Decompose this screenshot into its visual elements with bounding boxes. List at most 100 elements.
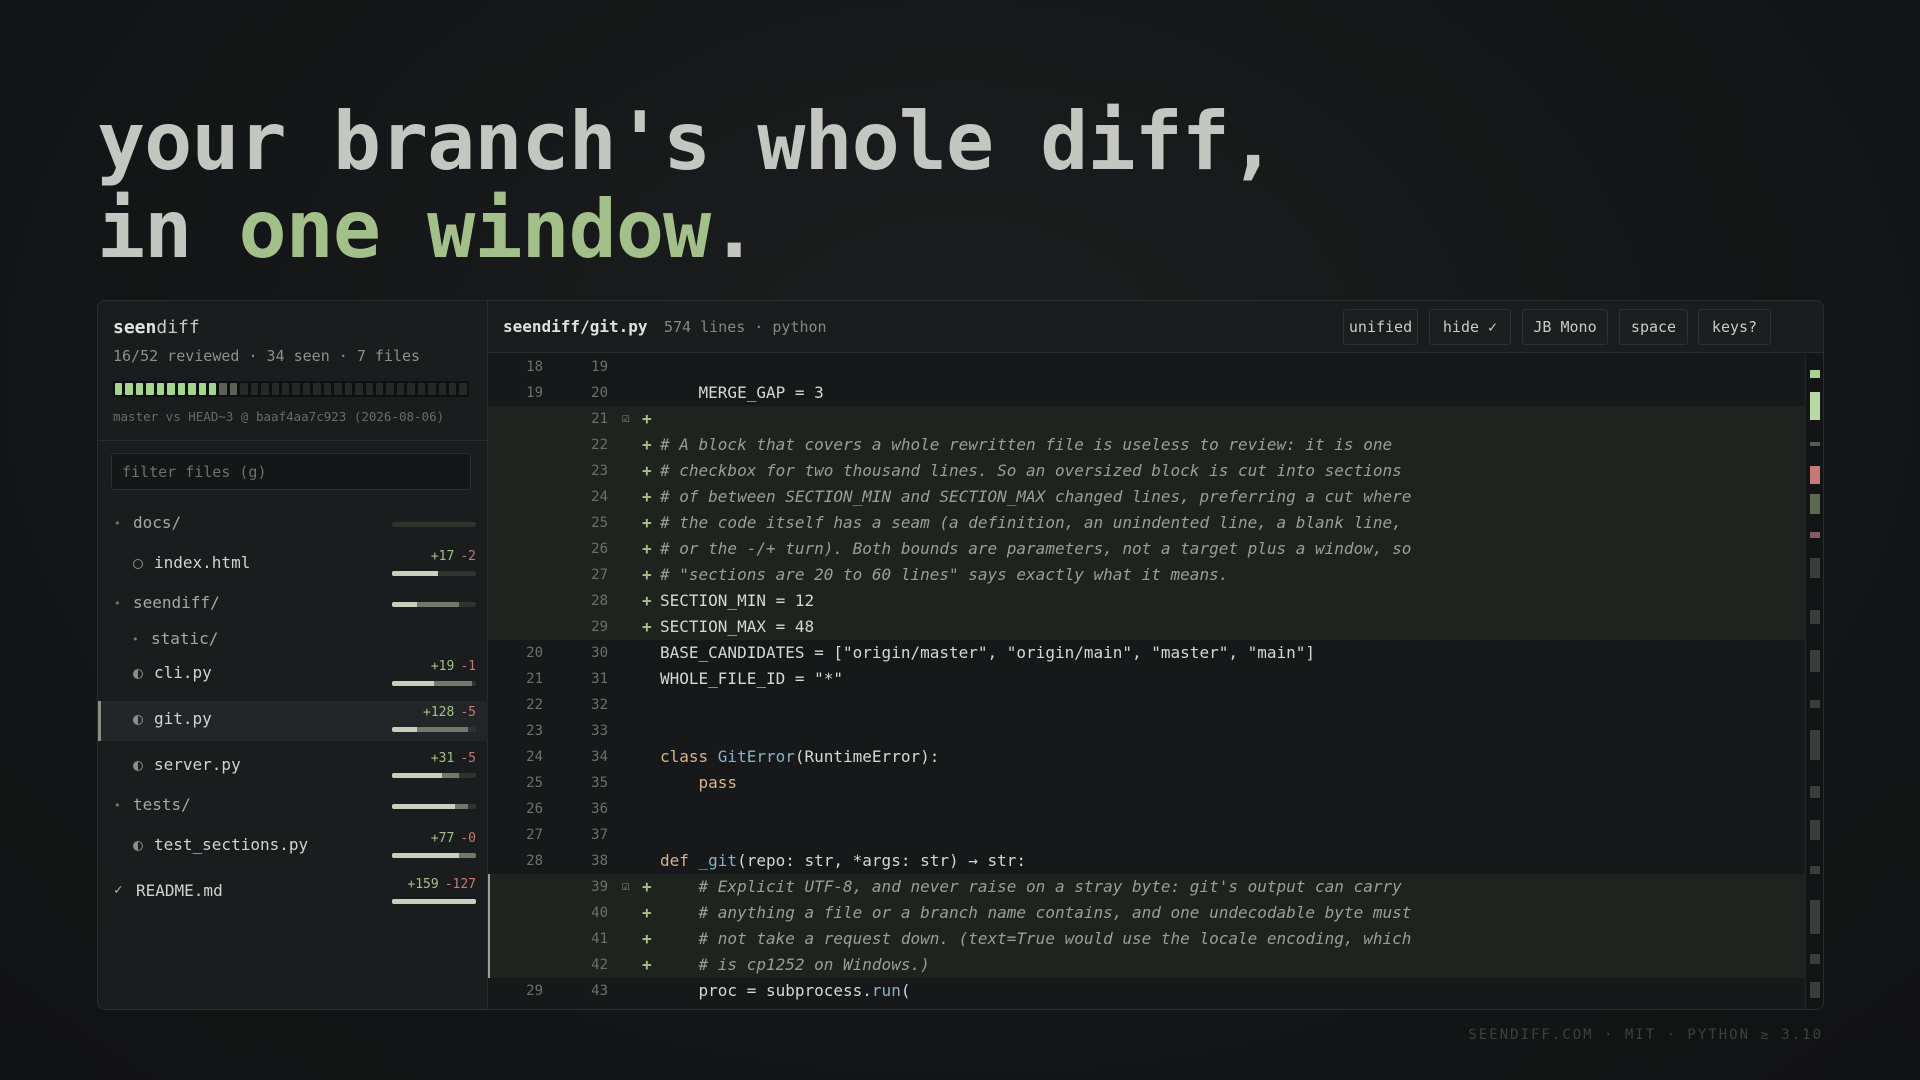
code-text: BASE_CANDIDATES = ["origin/master", "ori… bbox=[660, 643, 1316, 662]
plus-sign: + bbox=[642, 591, 652, 610]
folder-chevron-icon[interactable]: • bbox=[132, 633, 139, 646]
context-line: 28 38 def _git(repo: str, *args: str) → st… bbox=[488, 848, 1805, 874]
file-review-bar bbox=[392, 899, 476, 904]
function-name: GitError bbox=[717, 747, 795, 766]
new-line-number: 40 bbox=[591, 905, 608, 921]
brand-bold: seen bbox=[113, 317, 157, 338]
minimap-viewport[interactable] bbox=[1810, 392, 1820, 420]
deletions-count: -127 bbox=[444, 877, 476, 892]
new-line-number: 28 bbox=[591, 593, 608, 609]
code-area[interactable]: 18 19 19 20 MERGE_GAP = 3 21 ☑ +22 + # A block t… bbox=[488, 354, 1805, 1009]
progress-segment bbox=[135, 383, 144, 395]
deletions-count: -1 bbox=[460, 659, 476, 674]
tree-file[interactable]: index.html +17 -2 bbox=[98, 545, 488, 585]
file-review-bar bbox=[392, 853, 476, 858]
added-line: 26 + # or the -/+ turn). Both bounds are p… bbox=[488, 536, 1805, 562]
hide-button[interactable]: hide ✓ bbox=[1429, 309, 1511, 345]
new-line-number: 31 bbox=[591, 671, 608, 687]
tree-file[interactable]: test_sections.py +77 -0 bbox=[98, 827, 488, 867]
headline-line-1: your branch's whole diff, bbox=[97, 95, 1277, 188]
additions-count: +17 bbox=[430, 549, 455, 564]
progress-segment bbox=[208, 383, 217, 395]
progress-segment bbox=[115, 383, 123, 395]
minimap-mark bbox=[1810, 786, 1820, 798]
code-text: pass bbox=[660, 770, 738, 796]
app-window: seendiff 16/52 reviewed · 34 seen · 7 fi… bbox=[97, 300, 1824, 1010]
progress-segment bbox=[438, 383, 446, 395]
new-line-number: 38 bbox=[591, 853, 608, 869]
tree-item-label: cli.py bbox=[154, 663, 212, 682]
folder-chevron-icon[interactable]: • bbox=[114, 517, 121, 530]
filter-files-input[interactable] bbox=[111, 453, 471, 490]
reviewed-fill bbox=[392, 727, 418, 732]
minimap-mark bbox=[1810, 820, 1820, 840]
folder-chevron-icon[interactable]: • bbox=[114, 799, 121, 812]
plus-sign: + bbox=[642, 487, 652, 506]
progress-segment bbox=[355, 383, 363, 395]
change-counts: +128 -5 bbox=[423, 705, 476, 720]
keyword: pass bbox=[660, 773, 738, 792]
unseen-status-icon bbox=[133, 559, 143, 569]
deletions-count: -2 bbox=[460, 549, 476, 564]
tree-file[interactable]: server.py +31 -5 bbox=[98, 747, 488, 787]
keys-button[interactable]: keys? bbox=[1698, 309, 1771, 345]
review-progress-bar bbox=[113, 381, 469, 397]
plus-sign: + bbox=[642, 565, 652, 584]
tree-item-label: README.md bbox=[136, 881, 223, 900]
new-line-number: 42 bbox=[591, 957, 608, 973]
new-line-number: 21 bbox=[591, 411, 608, 427]
progress-segment bbox=[302, 383, 311, 395]
active-section-marker bbox=[488, 874, 490, 978]
additions-count: +159 bbox=[407, 877, 439, 892]
tree-file[interactable]: cli.py +19 -1 bbox=[98, 655, 488, 695]
old-line-number: 20 bbox=[526, 645, 543, 661]
folder-chevron-icon[interactable]: • bbox=[114, 597, 121, 610]
minimap-mark bbox=[1810, 900, 1820, 934]
minimap-mark bbox=[1810, 650, 1820, 672]
old-line-number: 19 bbox=[526, 385, 543, 401]
function-name: _git bbox=[698, 851, 738, 870]
progress-segment bbox=[271, 383, 279, 395]
code-text: SECTION_MAX = 48 bbox=[660, 617, 815, 636]
section-checkbox-icon[interactable]: ☑ bbox=[622, 874, 630, 900]
minimap-scrollbar[interactable] bbox=[1805, 354, 1823, 1009]
deletions-count: -0 bbox=[460, 831, 476, 846]
new-line-number: 27 bbox=[591, 567, 608, 583]
file-review-bar bbox=[392, 773, 476, 778]
new-line-number: 23 bbox=[591, 463, 608, 479]
progress-segment bbox=[146, 383, 154, 395]
partial-status-icon bbox=[133, 761, 143, 771]
headline-line-2: in one window. bbox=[97, 186, 1276, 274]
new-line-number: 29 bbox=[591, 619, 608, 635]
tree-folder[interactable]: • docs/ bbox=[98, 505, 488, 545]
code-text: WHOLE_FILE_ID = "*" bbox=[660, 669, 844, 688]
section-checkbox-icon[interactable]: ☑ bbox=[622, 406, 630, 432]
tree-file[interactable]: ✓ README.md +159 -127 bbox=[98, 873, 488, 913]
code-text: # not take a request down. (text=True wo… bbox=[660, 929, 1412, 948]
partial-status-icon bbox=[133, 715, 143, 725]
minimap-mark bbox=[1810, 494, 1820, 514]
deletions-count: -5 bbox=[460, 751, 476, 766]
tree-file[interactable]: git.py +128 -5 bbox=[98, 701, 488, 741]
unified-button[interactable]: unified bbox=[1343, 309, 1418, 345]
minimap-mark bbox=[1810, 370, 1820, 378]
reviewed-fill bbox=[392, 804, 455, 809]
app-brand: seendiff bbox=[113, 317, 200, 338]
review-stats: 16/52 reviewed · 34 seen · 7 files bbox=[113, 347, 421, 365]
space-button[interactable]: space bbox=[1619, 309, 1688, 345]
new-line-number: 24 bbox=[591, 489, 608, 505]
tree-item-label: git.py bbox=[154, 709, 212, 728]
progress-segment bbox=[250, 383, 259, 395]
progress-segment bbox=[459, 383, 467, 395]
tree-folder[interactable]: • tests/ bbox=[98, 787, 488, 827]
new-line-number: 26 bbox=[591, 541, 608, 557]
font-button[interactable]: JB Mono bbox=[1522, 309, 1608, 345]
context-line: 29 43 proc = subprocess.run( bbox=[488, 978, 1805, 1004]
code-text: def _git(repo: str, *args: str) → str: bbox=[660, 851, 1027, 870]
tree-folder[interactable]: • seendiff/ bbox=[98, 585, 488, 625]
new-line-number: 41 bbox=[591, 931, 608, 947]
new-line-number: 36 bbox=[591, 801, 608, 817]
new-line-number: 35 bbox=[591, 775, 608, 791]
code-text: # anything a file or a branch name conta… bbox=[660, 903, 1412, 922]
brand-light: diff bbox=[156, 317, 200, 338]
